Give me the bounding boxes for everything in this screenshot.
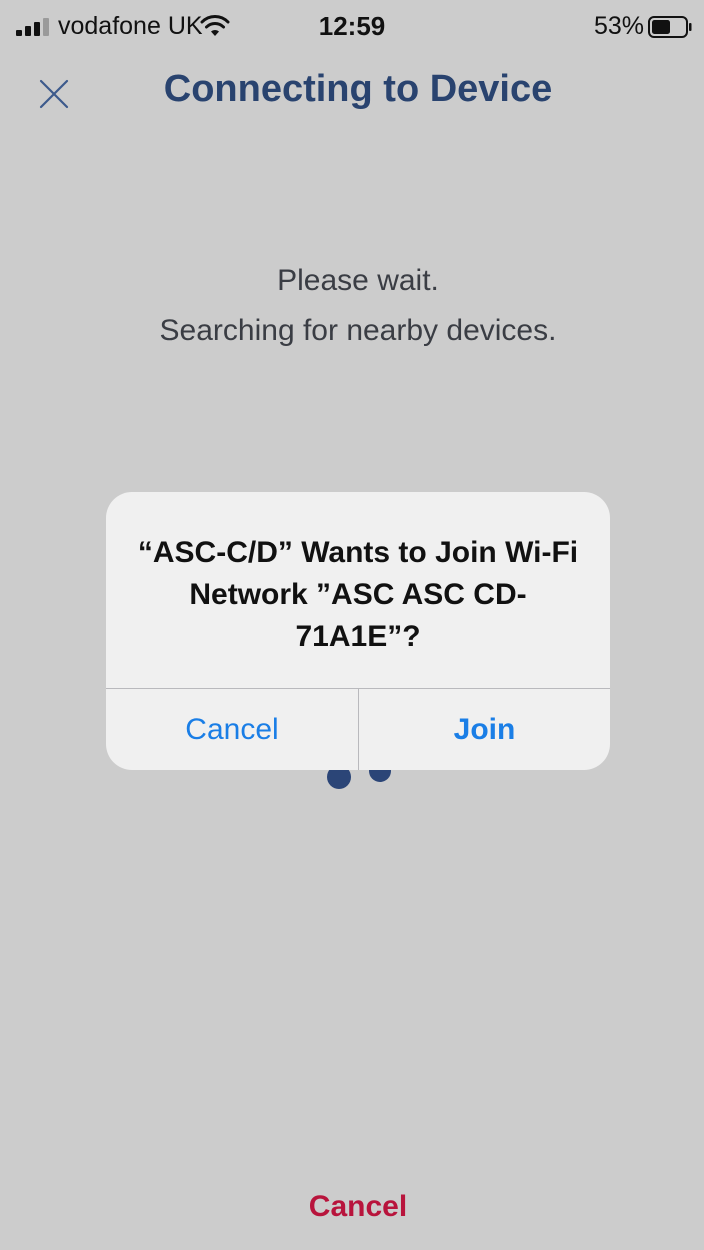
wifi-join-alert: “ASC-C/D” Wants to Join Wi-Fi Network ”A… [106, 492, 610, 770]
status-bar: vodafone UK 12:59 53% [0, 0, 704, 52]
searching-message: Searching for nearby devices. [159, 314, 557, 347]
cancel-button[interactable]: Cancel [0, 1190, 704, 1224]
wait-message: Please wait. [277, 264, 439, 297]
battery-icon [648, 16, 692, 38]
page-title: Connecting to Device [163, 68, 553, 110]
alert-join-button[interactable]: Join [359, 689, 610, 770]
alert-cancel-button[interactable]: Cancel [106, 689, 358, 770]
battery-percent: 53% [593, 12, 644, 40]
alert-title: “ASC-C/D” Wants to Join Wi-Fi Network ”A… [137, 536, 579, 653]
screen: vodafone UK 12:59 53% Connecting to Devi… [0, 0, 704, 1250]
